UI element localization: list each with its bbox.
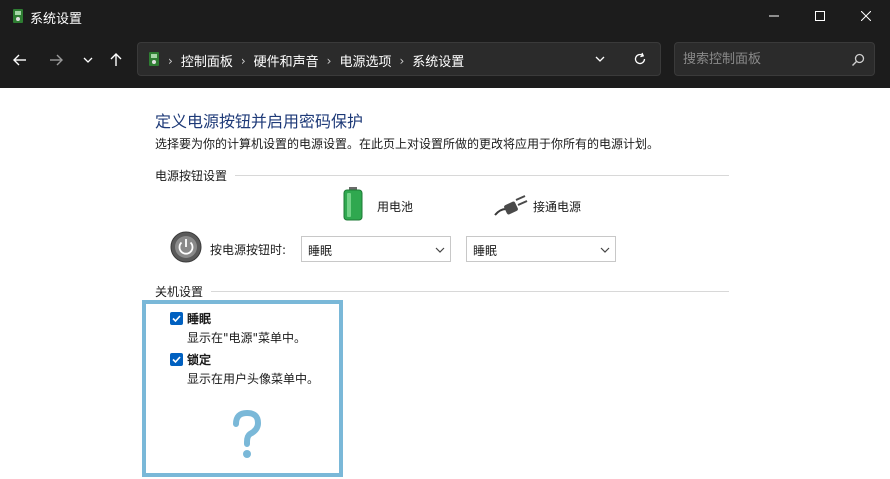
question-mark-icon xyxy=(233,410,262,458)
maximize-button[interactable] xyxy=(797,0,843,32)
address-bar[interactable]: › 控制面板 › 硬件和声音 › 电源选项 › 系统设置 xyxy=(137,42,661,76)
settings-content: 定义电源按钮并启用密码保护 选择要为你的计算机设置的电源设置。在此页上对设置所做… xyxy=(0,88,890,479)
check-icon xyxy=(172,356,181,364)
up-button[interactable] xyxy=(104,48,128,72)
check-icon xyxy=(172,315,181,323)
sleep-checkbox[interactable] xyxy=(170,312,183,325)
breadcrumb: › 控制面板 › 硬件和声音 › 电源选项 › 系统设置 xyxy=(168,51,464,71)
arrow-right-icon xyxy=(50,54,63,66)
title-bar: 系统设置 xyxy=(0,0,890,32)
page-title: 定义电源按钮并启用密码保护 xyxy=(155,112,364,131)
sleep-option-description: 显示在"电源"菜单中。 xyxy=(187,331,307,345)
minimize-button[interactable] xyxy=(751,0,797,32)
maximize-icon xyxy=(815,11,825,21)
battery-icon xyxy=(343,187,363,221)
close-button[interactable] xyxy=(843,0,889,32)
breadcrumb-separator: › xyxy=(326,53,332,68)
shutdown-settings-heading: 关机设置 xyxy=(155,283,212,300)
power-options-icon xyxy=(13,9,23,23)
select-value: 睡眠 xyxy=(308,244,333,258)
select-value: 睡眠 xyxy=(473,244,498,258)
refresh-icon[interactable] xyxy=(632,51,648,67)
plugged-in-column-label: 接通电源 xyxy=(533,200,582,214)
window-title: 系统设置 xyxy=(30,12,83,27)
breadcrumb-power-options[interactable]: 电源选项 xyxy=(339,51,391,70)
minimize-icon xyxy=(769,15,779,17)
navigation-bar: › 控制面板 › 硬件和声音 › 电源选项 › 系统设置 xyxy=(0,32,890,88)
recent-locations-button[interactable] xyxy=(76,48,100,72)
power-button-on-battery-select[interactable]: 睡眠 xyxy=(301,236,451,262)
power-button-action-label: 按电源按钮时: xyxy=(210,243,287,257)
chevron-down-icon xyxy=(435,247,445,253)
forward-button[interactable] xyxy=(44,48,68,72)
breadcrumb-separator: › xyxy=(168,53,173,68)
breadcrumb-separator: › xyxy=(399,53,405,68)
arrow-up-icon xyxy=(110,53,122,66)
search-icon[interactable] xyxy=(850,52,866,68)
lock-option-title: 锁定 xyxy=(187,353,212,367)
breadcrumb-system-settings[interactable]: 系统设置 xyxy=(412,51,464,70)
search-box[interactable] xyxy=(674,42,875,76)
section-divider xyxy=(155,291,729,292)
breadcrumb-hardware-sound[interactable]: 硬件和声音 xyxy=(254,51,319,70)
page-description: 选择要为你的计算机设置的电源设置。在此页上对设置所做的更改将应用于你所有的电源计… xyxy=(155,137,660,151)
back-button[interactable] xyxy=(8,48,32,72)
chevron-down-icon xyxy=(600,247,610,253)
lock-checkbox[interactable] xyxy=(170,353,183,366)
sleep-option-title: 睡眠 xyxy=(187,312,212,326)
breadcrumb-separator: › xyxy=(240,53,246,68)
arrow-left-icon xyxy=(13,54,26,66)
power-plug-icon xyxy=(494,195,528,216)
power-button-icon xyxy=(170,231,202,263)
lock-option-description: 显示在用户头像菜单中。 xyxy=(187,372,320,386)
section-divider xyxy=(155,175,729,176)
close-icon xyxy=(861,11,871,21)
chevron-down-icon[interactable] xyxy=(592,51,608,67)
search-input[interactable] xyxy=(683,49,843,69)
breadcrumb-control-panel[interactable]: 控制面板 xyxy=(181,51,233,70)
power-options-icon xyxy=(149,52,159,66)
annotation-highlight-box xyxy=(142,300,343,477)
on-battery-column-label: 用电池 xyxy=(377,200,414,214)
power-button-settings-heading: 电源按钮设置 xyxy=(155,167,236,184)
chevron-down-icon xyxy=(83,57,93,63)
power-button-plugged-in-select[interactable]: 睡眠 xyxy=(466,236,616,262)
